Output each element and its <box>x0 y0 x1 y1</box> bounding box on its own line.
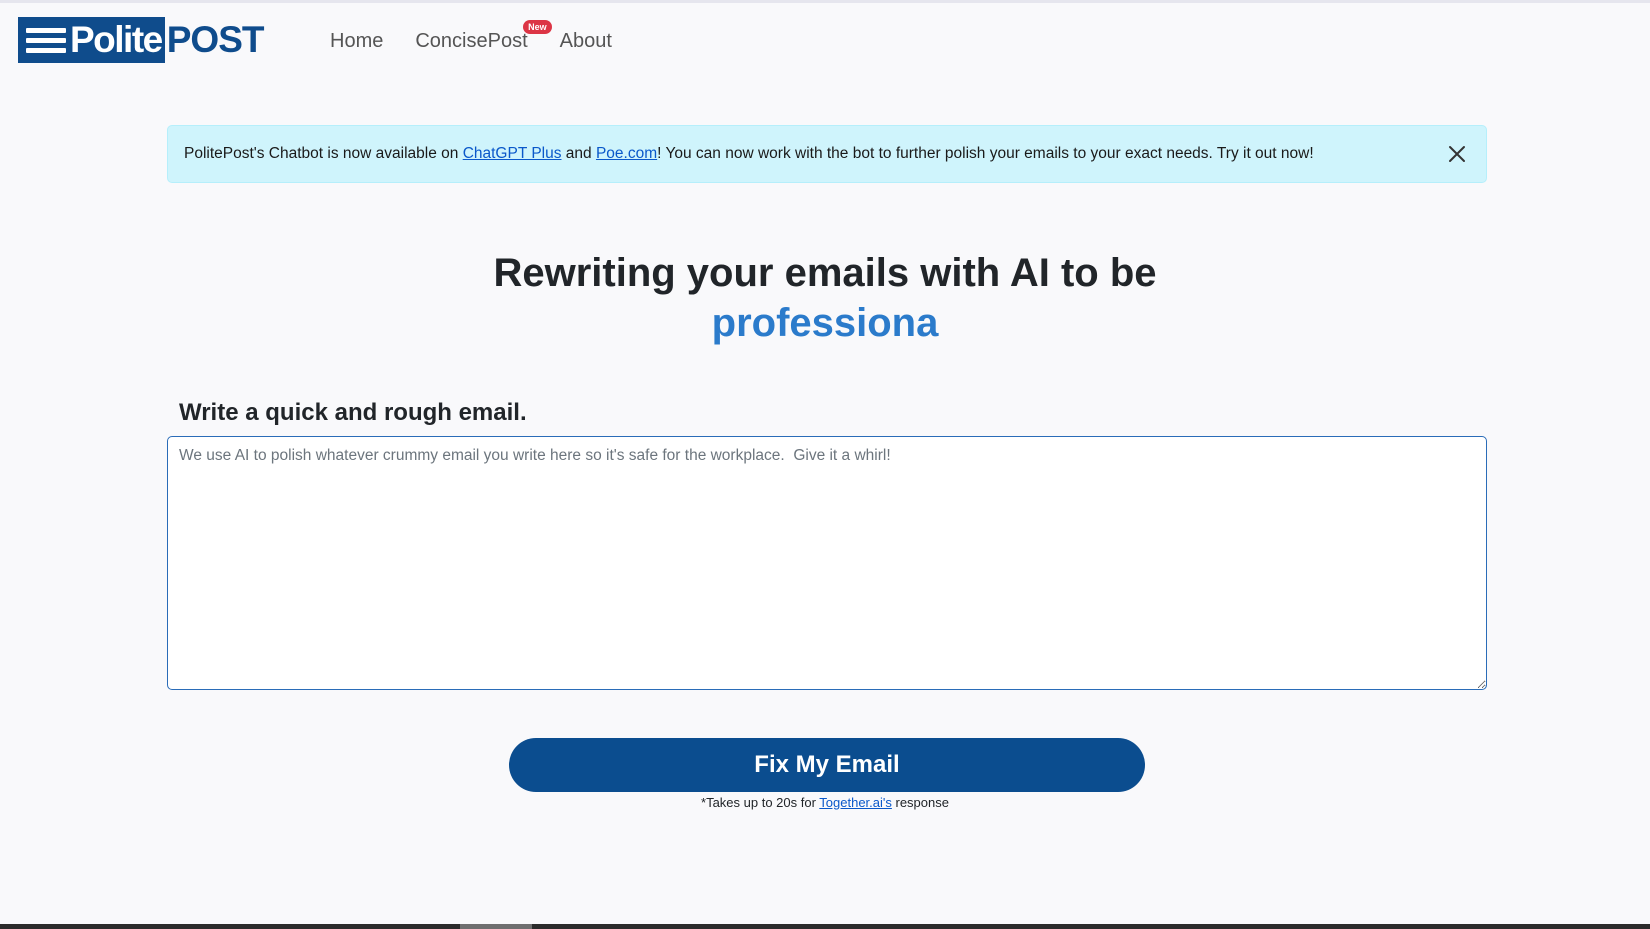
email-input-label: Write a quick and rough email. <box>179 399 527 426</box>
logo-box: Polite <box>18 17 165 63</box>
note-text-start: *Takes up to 20s for <box>701 795 820 810</box>
logo-text-polite: Polite <box>70 19 163 60</box>
note-text-end: response <box>891 795 949 810</box>
together-ai-link[interactable]: Together.ai's <box>819 795 892 810</box>
response-time-note: *Takes up to 20s for Together.ai's respo… <box>0 795 1650 810</box>
main-nav: Home ConcisePost New About <box>320 20 628 56</box>
email-textarea[interactable] <box>167 436 1487 690</box>
alert-text-mid: and <box>561 145 596 162</box>
chatgpt-plus-link[interactable]: ChatGPT Plus <box>463 145 562 162</box>
logo-text-post: POST <box>166 19 265 60</box>
alert-text-end: ! You can now work with the bot to furth… <box>657 145 1314 162</box>
alert-text-start: PolitePost's Chatbot is now available on <box>184 145 463 162</box>
fix-my-email-button[interactable]: Fix My Email <box>509 738 1145 792</box>
nav-item-concisepost[interactable]: ConcisePost New <box>399 20 552 56</box>
alert-text: PolitePost's Chatbot is now available on… <box>184 145 1314 163</box>
nav-item-home[interactable]: Home <box>320 26 399 56</box>
nav-item-about[interactable]: About <box>544 26 628 56</box>
navbar: Polite POST Home ConcisePost New About <box>0 0 1650 85</box>
info-alert: PolitePost's Chatbot is now available on… <box>167 125 1487 183</box>
hero: Rewriting your emails with AI to be prof… <box>0 248 1650 348</box>
close-icon[interactable] <box>1444 141 1470 167</box>
page-title: Rewriting your emails with AI to be <box>493 251 1157 295</box>
scrollbar-thumb[interactable] <box>460 924 532 929</box>
nav-item-concisepost-label: ConcisePost <box>415 30 528 52</box>
horizontal-scrollbar[interactable] <box>0 924 1650 929</box>
typed-word: professiona <box>711 301 939 345</box>
poe-link[interactable]: Poe.com <box>596 145 657 162</box>
logo[interactable]: Polite POST <box>18 17 264 63</box>
logo-lines-icon <box>26 27 66 53</box>
